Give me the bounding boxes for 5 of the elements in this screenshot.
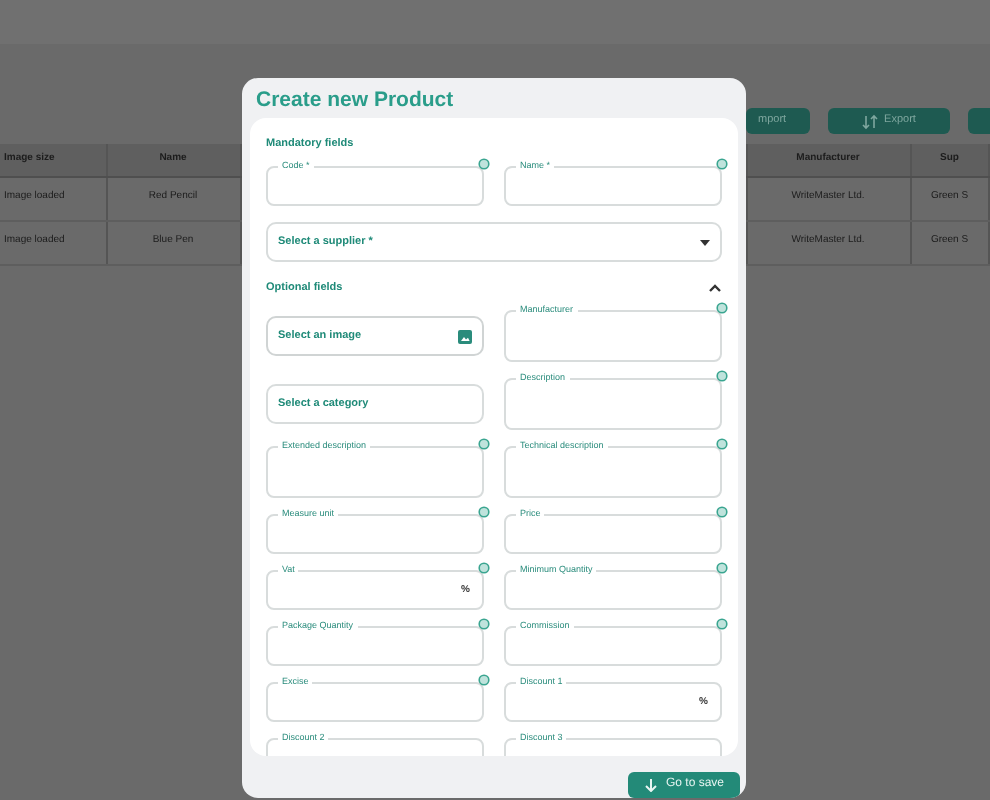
- image-icon: [458, 329, 472, 343]
- chevron-icon[interactable]: [708, 281, 722, 295]
- dialog-title: Create new Product: [256, 88, 454, 112]
- dropdown-caret-icon: [700, 239, 710, 245]
- down-arrow-icon: [643, 778, 658, 792]
